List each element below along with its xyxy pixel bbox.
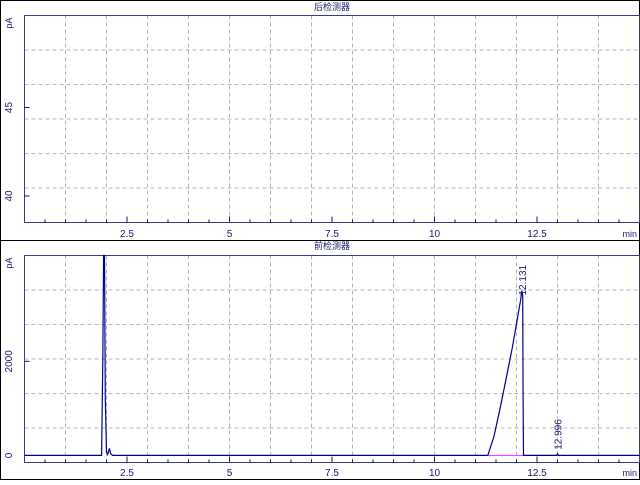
x-tick-label: 2.5 bbox=[120, 229, 134, 240]
x-tick-label: 10 bbox=[429, 229, 441, 240]
x-tick-label: 12.5 bbox=[527, 468, 547, 479]
x-tick-label: 5 bbox=[227, 468, 233, 479]
peak-label: 12.131 bbox=[518, 264, 529, 295]
chromatogram-trace bbox=[24, 254, 640, 457]
chromatogram-chart: 后检测器 2.5 5 7.5 10 12.5 min 40 45 pA 前检测器 2.5 5 7.5 10 1… bbox=[0, 0, 640, 480]
y-tick-label: 2000 bbox=[4, 350, 15, 373]
y-tick-label: 45 bbox=[4, 102, 15, 114]
x-tick-label: 10 bbox=[429, 468, 441, 479]
peak-label: 12.996 bbox=[553, 419, 564, 450]
y-axis-unit: pA bbox=[4, 258, 14, 269]
x-tick-label: 5 bbox=[227, 229, 233, 240]
x-tick-label: 7.5 bbox=[325, 229, 339, 240]
y-axis-unit: pA bbox=[4, 18, 14, 29]
y-tick-label: 40 bbox=[4, 190, 15, 202]
chromatogram-window: 后检测器 2.5 5 7.5 10 12.5 min 40 45 pA 前检测器 2.5 5 7.5 10 1… bbox=[0, 0, 640, 480]
x-tick-label: 12.5 bbox=[527, 229, 547, 240]
y-tick-label: 0 bbox=[4, 452, 15, 458]
x-tick-label: 2.5 bbox=[120, 468, 134, 479]
x-axis-unit: min bbox=[622, 468, 637, 478]
panel-2-title: 前检测器 bbox=[314, 240, 350, 251]
x-tick-label: 7.5 bbox=[325, 468, 339, 479]
x-axis-unit: min bbox=[622, 229, 637, 239]
panel-1-title: 后检测器 bbox=[314, 1, 350, 12]
